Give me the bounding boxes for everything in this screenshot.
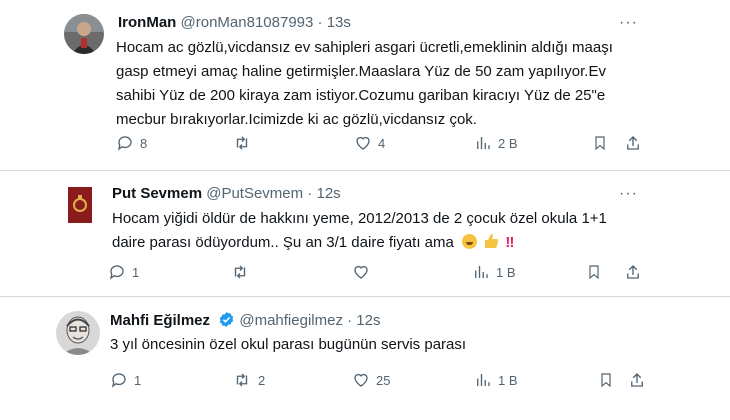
like-button[interactable] — [352, 263, 376, 281]
tweet-text-line: Hocam yiğidi öldür de hakkını yeme, 2012… — [112, 210, 607, 227]
separator-dot: · — [317, 14, 323, 31]
tweet[interactable]: Put Sevmem @PutSevmem · 12s ··· Hocam yi… — [0, 170, 730, 296]
tweet-text: Hocam yiğidi öldür de hakkını yeme, 2012… — [112, 207, 607, 255]
views-icon — [477, 374, 490, 386]
share-button[interactable] — [624, 134, 642, 152]
views-button[interactable]: 1 B — [472, 263, 516, 281]
timestamp[interactable]: 13s — [327, 14, 351, 31]
reply-button[interactable]: 1 — [110, 371, 141, 389]
tweet-text-line: Hocam ac gözlü,vicdansız ev sahipleri as… — [116, 39, 613, 56]
views-icon — [477, 137, 490, 149]
tweet[interactable]: Mahfi Eğilmez @mahfiegilmez · 12s 3 yıl … — [0, 296, 730, 420]
retweet-icon — [236, 373, 248, 387]
action-bar: 1 2 25 1 B — [0, 371, 730, 391]
reply-count: 1 — [132, 264, 140, 280]
like-button[interactable]: 4 — [354, 134, 385, 152]
reply-icon — [117, 136, 132, 151]
thumbs-up-icon — [485, 234, 499, 248]
retweet-count: 2 — [258, 372, 266, 388]
views-button[interactable]: 1 B — [474, 371, 518, 389]
bookmark-icon — [589, 265, 599, 280]
tweet-text: Hocam ac gözlü,vicdansız ev sahipleri as… — [116, 36, 613, 132]
tweet-header: Put Sevmem @PutSevmem · 12s — [112, 185, 341, 202]
timestamp[interactable]: 12s — [356, 312, 380, 329]
bookmark-icon — [595, 136, 605, 151]
avatar[interactable] — [64, 14, 104, 54]
views-count: 2 B — [498, 135, 518, 151]
views-count: 1 B — [498, 372, 518, 388]
avatar[interactable] — [60, 185, 100, 225]
share-icon — [627, 265, 639, 279]
like-icon — [354, 373, 368, 387]
display-name[interactable]: Mahfi Eğilmez — [110, 312, 210, 329]
user-handle[interactable]: @ronMan81087993 — [181, 14, 314, 31]
more-icon[interactable]: ··· — [619, 185, 638, 203]
reply-count: 8 — [140, 135, 148, 151]
tweet-header: Mahfi Eğilmez @mahfiegilmez · 12s — [110, 311, 380, 329]
display-name[interactable]: IronMan — [118, 14, 176, 31]
more-icon[interactable]: ··· — [619, 14, 638, 32]
tweet-text-line: mecbur bırakıyorlar.Icimizde ki ac gözlü… — [116, 111, 477, 128]
tweet-text-line: 3 yıl öncesinin özel okul parası bugünün… — [110, 336, 467, 353]
reply-button[interactable]: 1 — [108, 263, 139, 281]
tweet-text-line-with-emoji: daire parası ödüyordum.. Şu an 3/1 daire… — [112, 231, 607, 255]
share-button[interactable] — [624, 263, 642, 281]
retweet-button[interactable] — [232, 134, 258, 152]
tweet-text-line: gasp etmeyi amaç haline getirmişler.Maas… — [116, 63, 606, 80]
bookmark-button[interactable] — [598, 371, 614, 389]
bookmark-button[interactable] — [592, 134, 608, 152]
tweet-text-line: daire parası ödüyordum.. Şu an 3/1 daire… — [112, 234, 454, 251]
reply-button[interactable]: 8 — [116, 134, 147, 152]
share-icon — [631, 373, 643, 387]
tweet-header: IronMan @ronMan81087993 · 13s — [118, 14, 351, 31]
like-icon — [356, 136, 370, 150]
views-button[interactable]: 2 B — [474, 134, 518, 152]
reply-count: 1 — [134, 372, 142, 388]
grinning-face-icon — [462, 234, 478, 249]
action-bar: 1 1 B — [0, 263, 730, 283]
display-name[interactable]: Put Sevmem — [112, 185, 202, 202]
retweet-button[interactable] — [230, 263, 256, 281]
user-handle[interactable]: @PutSevmem — [206, 185, 303, 202]
verified-icon — [219, 312, 234, 327]
avatar[interactable] — [56, 311, 100, 355]
tweet-text: 3 yıl öncesinin özel okul parası bugünün… — [110, 333, 466, 357]
user-handle[interactable]: @mahfiegilmez — [239, 312, 343, 329]
bookmark-icon — [601, 373, 611, 388]
tweet[interactable]: IronMan @ronMan81087993 · 13s ··· Hocam … — [0, 0, 730, 170]
timestamp[interactable]: 12s — [316, 185, 340, 202]
views-icon — [475, 266, 488, 278]
share-button[interactable] — [628, 371, 646, 389]
separator-dot: · — [307, 185, 313, 202]
action-bar: 8 4 2 B — [0, 134, 730, 154]
separator-dot: · — [347, 312, 353, 329]
reply-icon — [109, 265, 124, 280]
views-count: 1 B — [496, 264, 516, 280]
bookmark-button[interactable] — [586, 263, 602, 281]
double-exclamation-icon: ‼ — [505, 234, 515, 251]
retweet-icon — [236, 136, 248, 150]
retweet-icon — [234, 265, 246, 279]
tweet-text-line: sahibi Yüz de 200 kiraya zam istiyor.Coz… — [116, 87, 606, 104]
like-count: 25 — [376, 372, 391, 388]
like-count: 4 — [378, 135, 386, 151]
reply-icon — [111, 373, 126, 388]
share-icon — [627, 136, 639, 150]
like-icon — [354, 265, 368, 279]
retweet-button[interactable]: 2 — [232, 371, 265, 389]
like-button[interactable]: 25 — [352, 371, 390, 389]
